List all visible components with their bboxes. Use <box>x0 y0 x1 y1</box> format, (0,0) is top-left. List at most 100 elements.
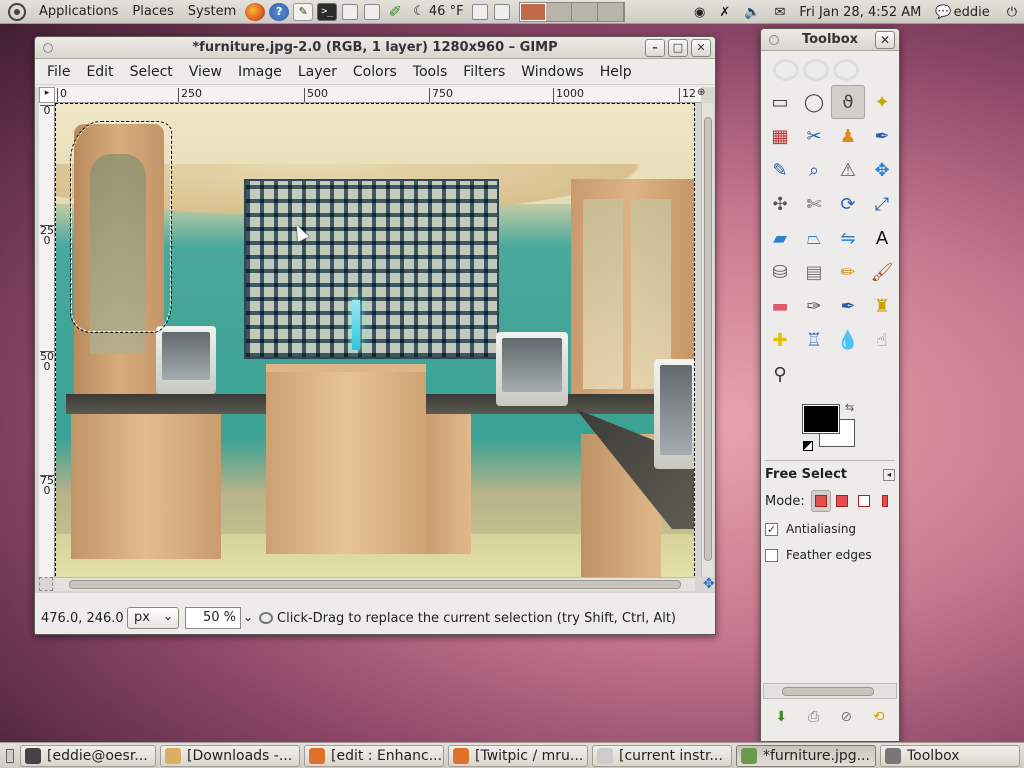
tool-paths[interactable]: ✒ <box>865 119 899 153</box>
tool-align[interactable]: ✣ <box>763 187 797 221</box>
taskbar-item[interactable]: *furniture.jpg... <box>736 744 876 767</box>
network-icon[interactable]: ◉ <box>694 5 705 20</box>
unit-select[interactable]: px <box>127 606 179 629</box>
workspace-1[interactable] <box>519 2 546 21</box>
toolbox-titlebar[interactable]: Toolbox ✕ <box>761 29 899 51</box>
save-options-icon[interactable]: ⬇ <box>771 709 791 727</box>
antialiasing-row[interactable]: ✓ Antialiasing <box>761 516 899 542</box>
tool-pencil[interactable]: ✏ <box>831 255 865 289</box>
tool-paintbrush[interactable]: 🖌 <box>865 255 899 289</box>
zoom-field[interactable]: 50 % <box>185 607 241 629</box>
toolbox-close-button[interactable]: ✕ <box>875 31 895 49</box>
tool-heal[interactable]: ✚ <box>763 323 797 357</box>
tool-options-menu-icon[interactable]: ◂ <box>883 468 895 481</box>
tool-free-select[interactable]: ϑ <box>831 85 865 119</box>
menu-windows[interactable]: Windows <box>513 64 592 80</box>
tool-shear[interactable]: ▰ <box>763 221 797 255</box>
free-selection-marching-ants[interactable] <box>70 121 172 333</box>
volume-icon[interactable]: 🔈 <box>744 5 760 20</box>
horizontal-ruler[interactable]: 0 250 500 750 1000 12 <box>55 87 701 103</box>
workspace-3[interactable] <box>571 2 598 21</box>
mode-intersect-button[interactable] <box>876 490 895 512</box>
tool-color-picker[interactable]: ✎ <box>763 153 797 187</box>
trash-icon[interactable] <box>493 3 510 20</box>
power-icon[interactable]: ⏻ <box>1007 5 1017 20</box>
help-icon[interactable]: ? <box>269 2 290 21</box>
clock[interactable]: Fri Jan 28, 4:52 AM <box>799 5 921 20</box>
taskbar-item[interactable]: [edit : Enhanc... <box>304 744 444 767</box>
tool-measure[interactable]: ⚠ <box>831 153 865 187</box>
menu-file[interactable]: File <box>39 64 78 80</box>
menu-edit[interactable]: Edit <box>78 64 121 80</box>
close-button[interactable]: ✕ <box>691 39 711 57</box>
zoom-to-fit-icon[interactable]: ⊕ <box>697 87 711 103</box>
toolbox-window-menu-icon[interactable] <box>769 35 779 45</box>
menu-view[interactable]: View <box>181 64 230 80</box>
tool-fuzzy-select[interactable]: ✦ <box>865 85 899 119</box>
menu-tools[interactable]: Tools <box>405 64 456 80</box>
chat-icon[interactable]: 💬 <box>935 5 951 20</box>
user-name[interactable]: eddie <box>954 5 990 20</box>
tool-rect-select[interactable]: ▭ <box>763 85 797 119</box>
menu-image[interactable]: Image <box>230 64 290 80</box>
taskbar-item[interactable]: [Twitpic / mru... <box>448 744 588 767</box>
terminal-icon[interactable]: >_ <box>317 2 338 21</box>
navigate-icon[interactable]: ✥ <box>703 577 717 591</box>
feather-checkbox[interactable] <box>765 548 778 562</box>
system-menu[interactable]: System <box>181 4 243 19</box>
tool-blend[interactable]: ▤ <box>797 255 831 289</box>
clipboard-icon[interactable] <box>471 3 488 20</box>
workspace-4[interactable] <box>597 2 624 21</box>
workspace-2[interactable] <box>545 2 572 21</box>
tool-smudge[interactable]: ☝ <box>865 323 899 357</box>
horizontal-scrollbar[interactable] <box>55 577 695 591</box>
tool-clone[interactable]: ♜ <box>865 289 899 323</box>
firefox-icon[interactable] <box>245 2 266 21</box>
tool-airbrush[interactable]: ✑ <box>797 289 831 323</box>
tool-flip[interactable]: ⇋ <box>831 221 865 255</box>
tool-move[interactable]: ✥ <box>865 153 899 187</box>
toolbox-scrollbar[interactable] <box>763 683 897 699</box>
notes-icon[interactable] <box>342 3 359 20</box>
menu-colors[interactable]: Colors <box>345 64 405 80</box>
quick-mask-toggle[interactable] <box>39 577 53 591</box>
vertical-scrollbar[interactable] <box>701 103 713 577</box>
taskbar-item[interactable]: [current instr... <box>592 744 732 767</box>
tool-eraser[interactable]: ▬ <box>763 289 797 323</box>
mode-subtract-button[interactable] <box>854 490 873 512</box>
mode-replace-button[interactable] <box>810 490 831 512</box>
wilber-drop-area[interactable] <box>767 55 893 85</box>
tool-text[interactable]: A <box>865 221 899 255</box>
swap-colors-icon[interactable]: ⇆ <box>845 401 854 414</box>
tool-dodge-burn[interactable]: ⚲ <box>763 357 797 391</box>
weather-applet[interactable]: ☾ 46 °F <box>413 4 463 19</box>
taskbar-item[interactable]: [eddie@oesr... <box>20 744 156 767</box>
tool-rotate[interactable]: ⟳ <box>831 187 865 221</box>
image-window-titlebar[interactable]: *furniture.jpg-2.0 (RGB, 1 layer) 1280x9… <box>35 37 715 59</box>
reset-options-icon[interactable]: ⟲ <box>869 709 889 727</box>
antialiasing-checkbox[interactable]: ✓ <box>765 522 778 536</box>
tool-foreground-select[interactable]: ♟ <box>831 119 865 153</box>
taskbar-item[interactable]: [Downloads -... <box>160 744 300 767</box>
menu-select[interactable]: Select <box>122 64 181 80</box>
window-menu-icon[interactable] <box>43 43 53 53</box>
ubuntu-logo-icon[interactable] <box>8 2 26 21</box>
ruler-corner-button[interactable]: ▸ <box>39 87 55 103</box>
text-editor-icon[interactable]: ✎ <box>293 2 314 21</box>
feather-row[interactable]: Feather edges <box>761 542 899 568</box>
image-canvas[interactable] <box>55 103 695 581</box>
taskbar-item[interactable]: Toolbox <box>880 744 1020 767</box>
mode-add-button[interactable] <box>833 490 852 512</box>
tool-ink[interactable]: ✒ <box>831 289 865 323</box>
tools-icon[interactable]: ✗ <box>719 5 730 20</box>
foreground-color[interactable] <box>802 404 840 434</box>
minimize-button[interactable]: – <box>645 39 665 57</box>
tool-select-by-color[interactable]: ▦ <box>763 119 797 153</box>
restore-options-icon[interactable]: ⎙ <box>804 709 824 727</box>
tool-zoom[interactable]: ⌕ <box>797 153 831 187</box>
vertical-ruler[interactable]: 0 250 500 750 <box>39 103 55 577</box>
menu-help[interactable]: Help <box>592 64 640 80</box>
tool-ellipse-select[interactable]: ◯ <box>797 85 831 119</box>
workspace-switcher[interactable] <box>518 1 625 22</box>
zoom-dropdown-icon[interactable]: ⌄ <box>241 607 255 629</box>
